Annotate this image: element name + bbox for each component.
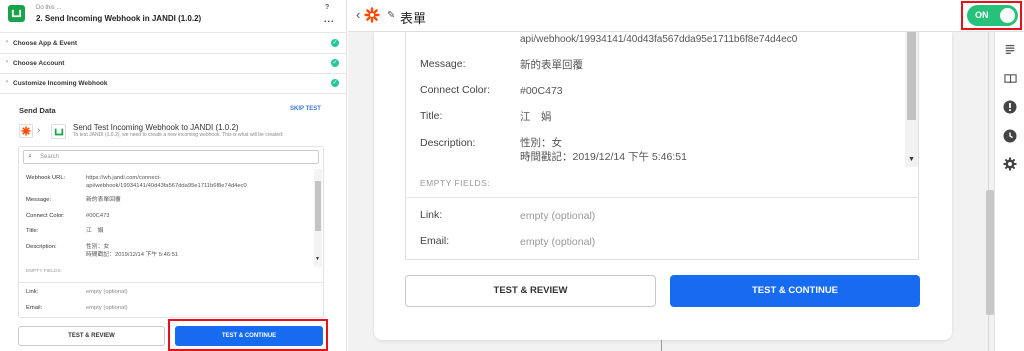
field-value-webhook-url-1: https://wh.jandi.com/connect- bbox=[86, 175, 162, 181]
test-review-button[interactable]: TEST & REVIEW bbox=[405, 275, 656, 307]
field-value-link: empty (optional) bbox=[520, 210, 596, 222]
test-continue-button[interactable]: TEST & CONTINUE bbox=[175, 326, 323, 346]
field-value-description-1: 性別：女 bbox=[520, 137, 562, 149]
field-value-connect-color: #00C473 bbox=[86, 213, 110, 219]
scroll-down-icon[interactable]: ▼ bbox=[315, 256, 320, 262]
help-icon[interactable]: ? bbox=[325, 4, 329, 11]
arrow-right-icon: › bbox=[37, 125, 41, 136]
field-value-webhook-url-2: api/webhook/19934141/40d43fa567dda95e171… bbox=[86, 183, 247, 189]
pencil-icon[interactable]: ✎ bbox=[387, 10, 395, 21]
field-value-description-1: 性別：女 bbox=[86, 244, 110, 250]
field-label-description: Description: bbox=[420, 137, 476, 149]
field-value-description-2: 時間戳記：2019/12/14 下午 5:46:51 bbox=[86, 252, 179, 258]
divider bbox=[405, 197, 919, 198]
scrollbar[interactable]: ▼ bbox=[314, 169, 322, 267]
field-label-connect-color: Connect Color: bbox=[26, 213, 65, 219]
zap-name[interactable]: 表單 bbox=[400, 8, 426, 27]
list-icon[interactable] bbox=[1002, 41, 1018, 57]
field-label-message: Message: bbox=[26, 197, 52, 203]
section-label: Customize Incoming Webhook bbox=[13, 80, 108, 87]
chevron-right-icon: › bbox=[6, 79, 8, 85]
field-value-message: 新的表單回覆 bbox=[520, 59, 583, 71]
back-chevron-icon[interactable]: ‹ bbox=[356, 7, 360, 22]
gear-icon[interactable] bbox=[1002, 156, 1018, 172]
section-label: Choose Account bbox=[13, 60, 65, 67]
scrollbar-thumb[interactable] bbox=[315, 181, 321, 231]
scroll-down-icon[interactable]: ▼ bbox=[908, 156, 915, 163]
field-label-title: Title: bbox=[26, 228, 39, 234]
step-title[interactable]: 2. Send Incoming Webhook in JANDI (1.0.2… bbox=[36, 14, 201, 23]
clock-icon[interactable] bbox=[1002, 128, 1018, 144]
jandi-icon bbox=[51, 124, 66, 139]
empty-fields-label: EMPTY FIELDS: bbox=[420, 178, 491, 188]
field-label-description: Description: bbox=[26, 244, 57, 250]
book-icon[interactable] bbox=[1002, 70, 1018, 86]
section-customize-webhook[interactable]: › Customize Incoming Webhook ✓ bbox=[0, 74, 346, 94]
skip-test-link[interactable]: SKIP TEST bbox=[290, 106, 321, 112]
field-label-link: Link: bbox=[26, 289, 39, 295]
field-value-email: empty (optional) bbox=[520, 236, 596, 248]
section-choose-account[interactable]: › Choose Account ✓ bbox=[0, 54, 346, 74]
field-label-connect-color: Connect Color: bbox=[420, 84, 491, 96]
section-label: Choose App & Event bbox=[13, 40, 78, 47]
field-value-title: 江 娟 bbox=[86, 228, 104, 234]
zap-editor-panel: ‹ ✎ 表單 ON api/webhook/19934141/40d43fa56… bbox=[348, 0, 1024, 351]
field-value-connect-color: #00C473 bbox=[520, 85, 563, 97]
send-data-heading: Send Data bbox=[19, 106, 56, 115]
field-value-email: empty (optional) bbox=[86, 305, 128, 311]
field-label-webhook-url: Webhook URL: bbox=[26, 175, 66, 181]
field-label-email: Email: bbox=[420, 235, 450, 247]
toggle-knob bbox=[1000, 8, 1015, 23]
zap-on-toggle[interactable]: ON bbox=[967, 5, 1018, 26]
test-review-button[interactable]: TEST & REVIEW bbox=[18, 326, 165, 346]
top-bar: ‹ ✎ 表單 bbox=[348, 0, 1024, 32]
field-label-message: Message: bbox=[420, 58, 466, 70]
field-value-webhook-url: api/webhook/19934141/40d43fa567dda95e171… bbox=[520, 34, 798, 45]
test-data-box bbox=[18, 146, 324, 318]
toggle-label: ON bbox=[975, 10, 989, 20]
jandi-app-icon bbox=[8, 5, 25, 22]
field-label-link: Link: bbox=[420, 209, 443, 221]
search-input[interactable]: ⌕ Search bbox=[23, 150, 319, 164]
right-sidebar bbox=[994, 32, 1024, 351]
divider bbox=[19, 282, 323, 283]
section-choose-app-event[interactable]: › Choose App & Event ✓ bbox=[0, 34, 346, 54]
alert-icon[interactable] bbox=[1002, 99, 1018, 115]
field-value-link: empty (optional) bbox=[86, 289, 128, 295]
check-icon: ✓ bbox=[331, 39, 339, 47]
test-continue-button[interactable]: TEST & CONTINUE bbox=[670, 275, 920, 307]
test-flow-row: › Send Test Incoming Webhook to JANDI (1… bbox=[19, 123, 339, 139]
scrollbar-thumb[interactable] bbox=[907, 32, 916, 120]
zapier-logo-icon bbox=[364, 7, 380, 23]
field-label-email: Email: bbox=[26, 305, 43, 311]
search-placeholder: Search bbox=[40, 154, 60, 160]
chevron-right-icon: › bbox=[6, 39, 8, 45]
check-icon: ✓ bbox=[331, 59, 339, 67]
scrollbar[interactable]: ▼ bbox=[905, 32, 918, 167]
more-options-icon[interactable]: ... bbox=[324, 14, 335, 24]
search-icon: ⌕ bbox=[28, 153, 32, 160]
step-header: Do this ... 2. Send Incoming Webhook in … bbox=[0, 0, 346, 33]
field-value-title: 江 娟 bbox=[520, 111, 552, 123]
connector-line bbox=[661, 340, 662, 351]
check-icon: ✓ bbox=[331, 79, 339, 87]
field-label-title: Title: bbox=[420, 110, 443, 122]
step-editor-panel: Do this ... 2. Send Incoming Webhook in … bbox=[0, 0, 347, 351]
empty-fields-label: EMPTY FIELDS: bbox=[26, 269, 62, 274]
canvas-scrollbar[interactable] bbox=[986, 190, 994, 315]
test-subtitle: To test JANDI (1.0.2), we need to create… bbox=[73, 132, 284, 138]
field-value-message: 新的表單回覆 bbox=[86, 197, 121, 203]
chevron-right-icon: › bbox=[6, 59, 8, 65]
step-kicker: Do this ... bbox=[36, 5, 62, 11]
test-title: Send Test Incoming Webhook to JANDI (1.0… bbox=[73, 123, 239, 132]
test-data-box bbox=[405, 32, 919, 260]
zapier-icon bbox=[19, 124, 33, 138]
field-value-description-2: 時間戳記：2019/12/14 下午 5:46:51 bbox=[520, 151, 687, 163]
